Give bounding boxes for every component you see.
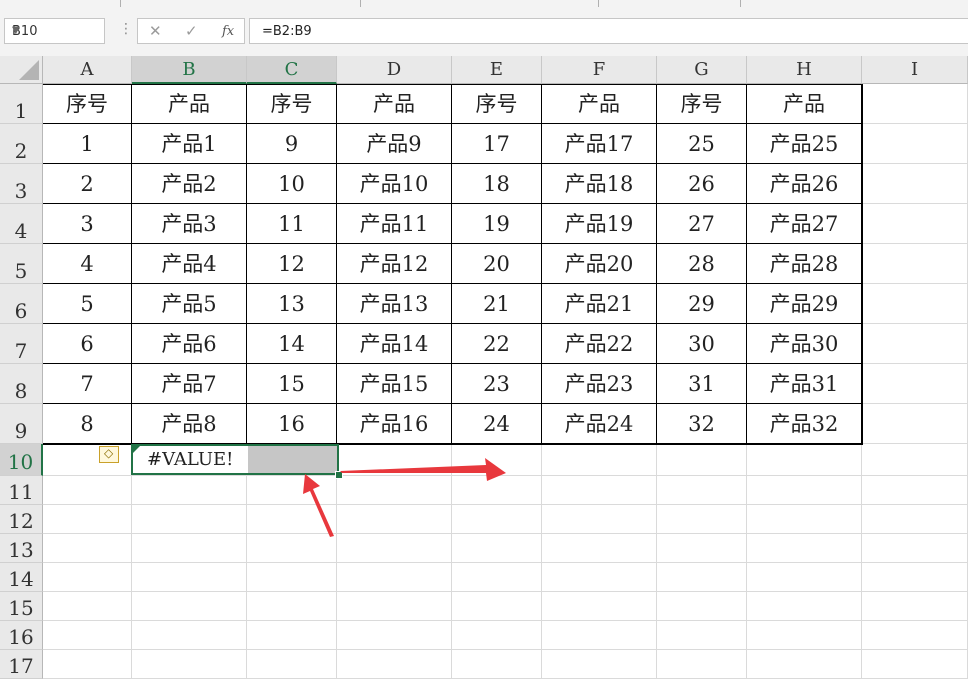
annotation-arrows [303,458,506,537]
arrow-right-annotation [340,458,506,481]
arrow-up-annotation [303,474,334,537]
